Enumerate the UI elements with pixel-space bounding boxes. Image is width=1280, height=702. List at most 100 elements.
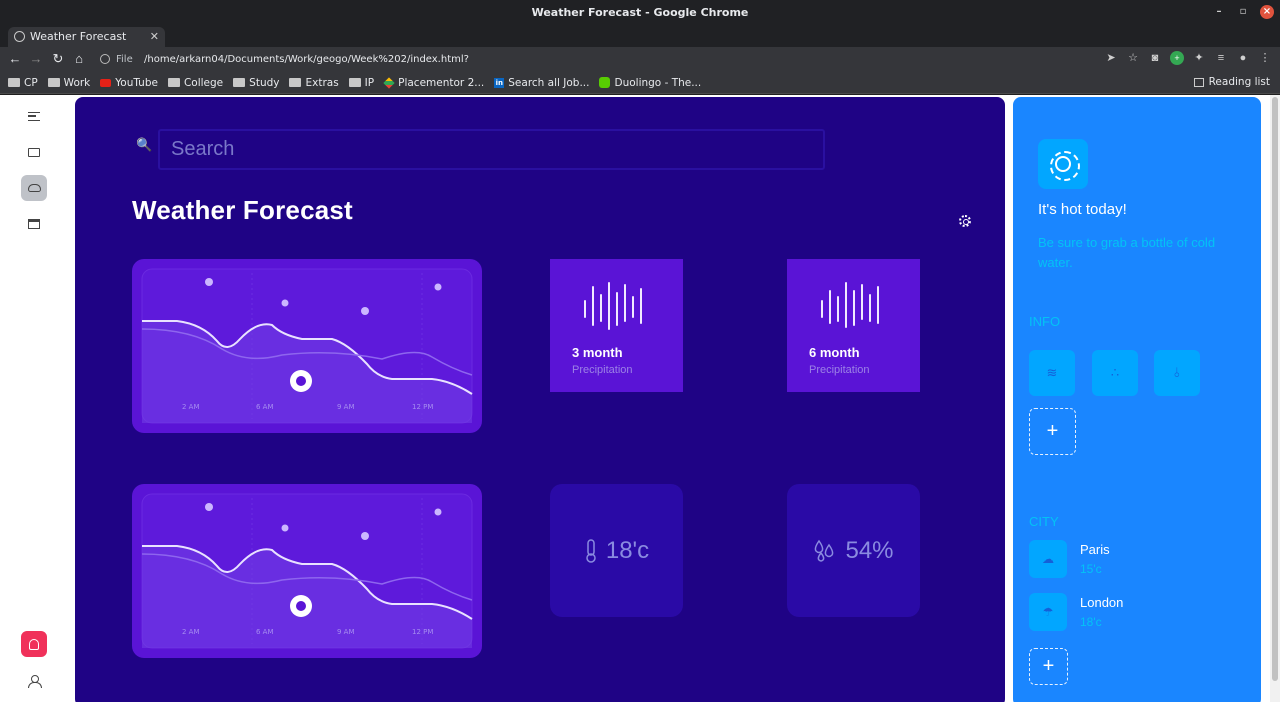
city-item-paris[interactable]: ☁ Paris 15'c [1029, 540, 1239, 580]
precipitation-title: 3 month [572, 345, 623, 360]
search-icon: 🔍 [136, 137, 153, 152]
bookmark-youtube[interactable]: YouTube [100, 77, 158, 89]
page-scrollbar[interactable] [1270, 95, 1280, 702]
humidity-card[interactable]: 54% [787, 484, 920, 617]
bookmark-work[interactable]: Work [47, 76, 91, 89]
bookmark-study[interactable]: Study [233, 77, 279, 89]
city-section-label: CITY [1029, 514, 1059, 529]
folder-icon [28, 147, 40, 157]
droplets-icon [815, 539, 834, 562]
thermometer-icon: ⫰ [1174, 365, 1180, 380]
precipitation-subtitle: Precipitation [809, 364, 870, 376]
precipitation-6-month-card[interactable]: 6 month Precipitation [787, 259, 920, 392]
bookmark-label: Placementor 2... [398, 76, 485, 89]
bookmark-label: Work [63, 76, 91, 89]
profile-button[interactable] [21, 668, 47, 694]
duolingo-icon [599, 77, 611, 88]
right-sidebar: It's hot today! Be sure to grab a bottle… [1013, 97, 1261, 702]
folder-icon [8, 78, 20, 87]
window-title: Weather Forecast - Google Chrome [531, 6, 749, 19]
add-city-button[interactable]: + [1029, 648, 1068, 685]
tab-close-icon[interactable]: ✕ [150, 27, 159, 47]
close-window-icon[interactable]: × [1260, 5, 1274, 19]
folder-icon [289, 78, 302, 87]
add-info-button[interactable]: + [1029, 408, 1076, 455]
green-extension-icon[interactable]: + [1170, 51, 1184, 65]
site-info-icon[interactable] [100, 54, 110, 64]
puzzle-extension-icon[interactable]: ✦ [1192, 51, 1206, 65]
bookmark-linkedin-jobs[interactable]: in Search all Job... [494, 77, 589, 89]
page-title: Weather Forecast [132, 195, 353, 225]
maximize-icon[interactable]: ▫ [1236, 5, 1250, 19]
precipitation-3-month-card[interactable]: 3 month Precipitation [550, 259, 683, 392]
folder-icon [233, 78, 246, 87]
tab-strip: Weather Forecast ✕ + ⌄ [0, 25, 1280, 68]
menu-lines-icon [28, 111, 40, 121]
back-icon[interactable]: ← [7, 51, 23, 67]
left-nav-rail [0, 95, 70, 702]
folder-icon [348, 78, 361, 87]
url-scheme: File [116, 54, 133, 65]
hourly-graph-svg: 2 AM 6 AM 9 AM 12 PM [141, 268, 473, 424]
graph-label: 6 AM [256, 403, 274, 411]
city-temp: 15'c [1080, 562, 1102, 576]
bookmark-label: IP [364, 76, 375, 89]
bookmark-ip[interactable]: IP [348, 76, 375, 89]
sun-badge [1038, 139, 1088, 189]
hourly-graph-card[interactable]: 2 AM 6 AM 9 AM 12 PM [132, 484, 482, 658]
bookmark-cp[interactable]: CP [8, 77, 38, 89]
reload-icon[interactable]: ↻ [50, 51, 66, 67]
temperature-info-button[interactable]: ⫰ [1154, 350, 1200, 396]
bookmarks-bar: CP Work YouTube College Study Extras IP … [0, 72, 1280, 94]
menu-button[interactable] [21, 103, 47, 129]
bookmark-label: CP [24, 76, 38, 89]
minimize-icon[interactable]: – [1212, 5, 1226, 19]
tab-weather-forecast[interactable]: Weather Forecast ✕ [8, 27, 165, 47]
graph-label: 9 AM [337, 628, 355, 636]
media-queue-icon[interactable]: ≡ [1214, 51, 1228, 65]
page-viewport: 🔍 Search Weather Forecast 2 AM 6 AM 9 AM… [0, 95, 1280, 702]
bookmark-label: Extras [305, 76, 339, 89]
graph-label: 9 AM [337, 403, 355, 411]
bookmark-placementor[interactable]: Placementor 2... [383, 76, 485, 89]
info-section-label: INFO [1029, 314, 1061, 329]
forward-icon[interactable]: → [28, 51, 44, 67]
settings-gear-icon[interactable] [959, 215, 971, 227]
globe-icon [14, 31, 25, 42]
city-name: London [1080, 595, 1124, 610]
camera-extension-icon[interactable]: ◙ [1148, 51, 1162, 65]
graph-label: 6 AM [256, 628, 274, 636]
reading-list-button[interactable]: Reading list [1193, 76, 1270, 88]
droplets-icon: ∴ [1110, 365, 1120, 380]
hourly-graph-card[interactable]: 2 AM 6 AM 9 AM 12 PM [132, 259, 482, 433]
scrollbar-thumb[interactable] [1272, 97, 1278, 681]
bookmark-duolingo[interactable]: Duolingo - The... [599, 77, 701, 89]
bookmark-extras[interactable]: Extras [289, 76, 339, 89]
profile-avatar-icon[interactable]: ● [1236, 51, 1250, 65]
bookmark-star-icon[interactable]: ☆ [1126, 51, 1140, 65]
weather-tip: Be sure to grab a bottle of cold water. [1038, 235, 1216, 270]
notifications-button[interactable] [21, 631, 47, 657]
graph-label: 12 PM [412, 628, 433, 636]
youtube-icon [100, 78, 112, 87]
cloud-icon: ☁ [1029, 540, 1067, 578]
graph-label: 12 PM [412, 403, 433, 411]
city-item-london[interactable]: ☂ London 18'c [1029, 593, 1239, 633]
precipitation-subtitle: Precipitation [572, 364, 633, 376]
folder-button[interactable] [21, 139, 47, 165]
bell-icon [29, 638, 39, 650]
weather-nav-button[interactable] [21, 175, 47, 201]
address-bar[interactable]: File /home/arkarn04/Documents/Work/geogo… [96, 49, 1126, 70]
temperature-card[interactable]: 18'c [550, 484, 683, 617]
bookmark-college[interactable]: College [167, 77, 223, 89]
search-input[interactable]: Search [158, 129, 825, 170]
send-icon[interactable]: ➤ [1104, 51, 1118, 65]
url-text[interactable]: /home/arkarn04/Documents/Work/geogo/Week… [144, 49, 469, 70]
home-icon[interactable]: ⌂ [71, 51, 87, 67]
chrome-menu-icon[interactable]: ⋮ [1258, 51, 1272, 65]
weather-headline: It's hot today! [1038, 201, 1127, 218]
humidity-info-button[interactable]: ∴ [1092, 350, 1138, 396]
reading-list-icon [1193, 77, 1204, 87]
wind-info-button[interactable]: ≋ [1029, 350, 1075, 396]
archive-button[interactable] [21, 211, 47, 237]
